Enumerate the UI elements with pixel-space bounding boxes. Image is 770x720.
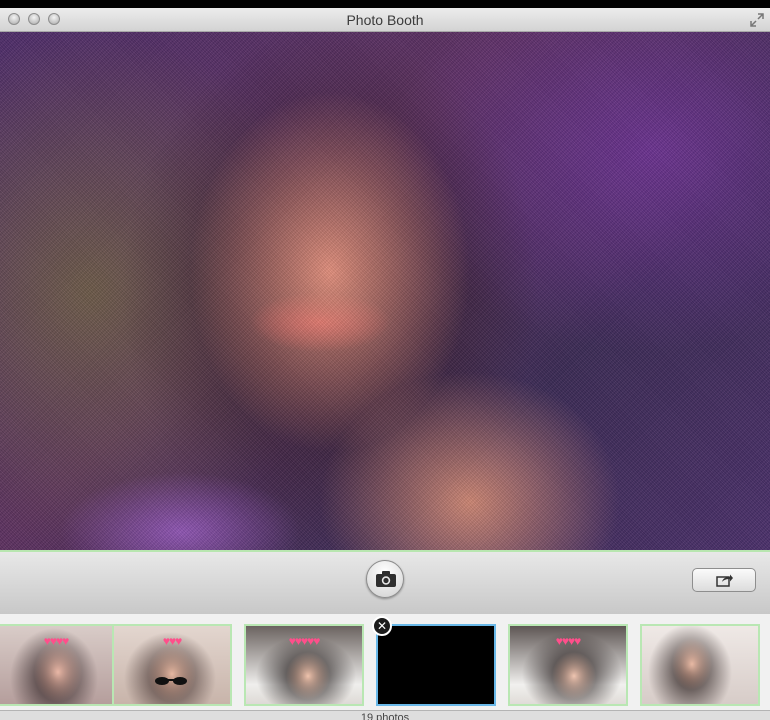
thumbnail-image <box>642 626 758 704</box>
camera-icon <box>376 571 396 587</box>
share-icon <box>716 574 733 587</box>
photo-booth-window: Photo Booth ♥♥♥♥ ♥♥♥ ♥♥♥♥♥ ♥♥♥♥ ✕ 19 pho… <box>0 8 770 720</box>
sunglasses-icon <box>155 677 187 685</box>
photo-count: 19 photos <box>360 712 410 720</box>
photo-thumbnail-selected[interactable] <box>376 624 496 706</box>
toolbar <box>0 550 770 614</box>
photo-thumbnail[interactable] <box>640 624 760 706</box>
status-bar: 19 photos <box>0 710 770 720</box>
photo-thumbnail[interactable]: ♥♥♥ <box>112 624 232 706</box>
heart-crown-icon: ♥♥♥♥ <box>43 634 70 648</box>
fullscreen-icon[interactable] <box>750 13 764 27</box>
window-title: Photo Booth <box>346 12 424 28</box>
photo-thumbnail[interactable]: ♥♥♥♥ <box>0 624 116 706</box>
heart-crown-icon: ♥♥♥ <box>162 634 182 648</box>
share-button[interactable] <box>692 568 756 592</box>
camera-preview <box>0 32 770 550</box>
title-bar: Photo Booth <box>0 8 770 32</box>
photo-thumbnail[interactable]: ♥♥♥♥♥ <box>244 624 364 706</box>
preview-noise-texture <box>0 32 770 550</box>
heart-crown-icon: ♥♥♥♥♥ <box>288 634 321 648</box>
photo-thumbnail[interactable]: ♥♥♥♥ <box>508 624 628 706</box>
delete-photo-button[interactable]: ✕ <box>372 616 392 636</box>
heart-crown-icon: ♥♥♥♥ <box>555 634 582 648</box>
take-photo-button[interactable] <box>366 560 404 598</box>
thumbnail-image <box>378 626 494 704</box>
